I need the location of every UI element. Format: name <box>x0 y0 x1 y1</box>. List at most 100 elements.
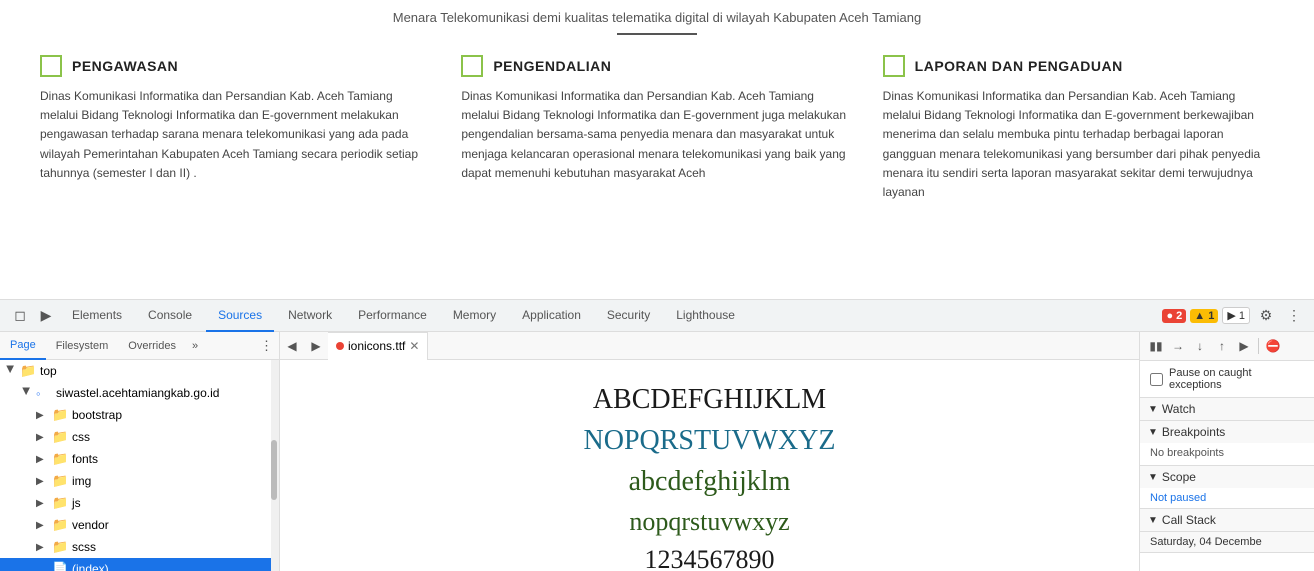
tree-label-bootstrap: bootstrap <box>72 408 122 422</box>
tree-item-bootstrap[interactable]: ▶ 📁 bootstrap <box>0 404 279 426</box>
call-stack-arrow-icon: ▼ <box>1148 515 1158 526</box>
more-options-icon[interactable]: ⋮ <box>1282 304 1306 328</box>
tree-item-top[interactable]: ▶ 📁 top <box>0 360 279 382</box>
scope-header[interactable]: ▼ Scope <box>1140 466 1314 488</box>
not-paused-text: Not paused <box>1140 488 1314 508</box>
tab-memory[interactable]: Memory <box>441 300 508 332</box>
scope-section: ▼ Scope Not paused <box>1140 466 1314 509</box>
tree-item-fonts[interactable]: ▶ 📁 fonts <box>0 448 279 470</box>
tab-lighthouse[interactable]: Lighthouse <box>664 300 747 332</box>
folder-blue-icon-bootstrap: 📁 <box>52 407 68 423</box>
tree-arrow-bootstrap: ▶ <box>36 410 48 421</box>
tree-label-top: top <box>40 364 57 378</box>
settings-icon[interactable]: ⚙ <box>1254 304 1278 328</box>
file-tree-tab-filesystem[interactable]: Filesystem <box>46 332 119 360</box>
font-preview-lowercase: abcdefghijklm <box>629 462 791 501</box>
tab-back-btn[interactable]: ◀ <box>280 334 304 358</box>
card-header-3: LAPORAN DAN PENGADUAN <box>883 55 1274 77</box>
tree-label-js: js <box>72 496 81 510</box>
tab-network[interactable]: Network <box>276 300 344 332</box>
tree-item-index[interactable]: 📄 (index) <box>0 558 279 571</box>
tree-item-scss[interactable]: ▶ 📁 scss <box>0 536 279 558</box>
pause-exceptions-section: Pause on caught exceptions <box>1140 361 1314 398</box>
tab-security[interactable]: Security <box>595 300 662 332</box>
file-tabs-panel: ◀ ▶ ionicons.ttf ✕ ABCDEFGHIJKLM NOPQRST… <box>280 332 1139 571</box>
tree-item-css[interactable]: ▶ 📁 css <box>0 426 279 448</box>
folder-blue-icon-fonts: 📁 <box>52 451 68 467</box>
watch-section: ▼ Watch <box>1140 398 1314 421</box>
tree-item-vendor[interactable]: ▶ 📁 vendor <box>0 514 279 536</box>
card-body-1: Dinas Komunikasi Informatika dan Persand… <box>40 87 431 183</box>
tree-arrow-css: ▶ <box>36 432 48 443</box>
call-stack-header[interactable]: ▼ Call Stack <box>1140 509 1314 531</box>
breakpoints-header[interactable]: ▼ Breakpoints <box>1140 421 1314 443</box>
file-tree-tab-page[interactable]: Page <box>0 332 46 360</box>
step-into-btn[interactable]: ↓ <box>1190 336 1210 356</box>
pause-label: Pause on caught exceptions <box>1169 367 1304 391</box>
tree-item-img[interactable]: ▶ 📁 img <box>0 470 279 492</box>
divider <box>617 33 697 35</box>
folder-red-icon-scss: 📁 <box>52 539 68 555</box>
step-over-btn[interactable]: → <box>1168 336 1188 356</box>
inspect-icon[interactable]: ▶ <box>34 304 58 328</box>
breakpoints-arrow-icon: ▼ <box>1148 427 1158 438</box>
tree-label-domain: siwastel.acehtamiangkab.go.id <box>56 386 219 400</box>
tab-elements[interactable]: Elements <box>60 300 134 332</box>
call-stack-label: Call Stack <box>1162 513 1216 527</box>
call-stack-section: ▼ Call Stack Saturday, 04 Decembe <box>1140 509 1314 553</box>
tree-item-js[interactable]: ▶ 📁 js <box>0 492 279 514</box>
scrollbar-thumb[interactable] <box>271 440 277 500</box>
tree-label-vendor: vendor <box>72 518 109 532</box>
font-preview-numbers: 1234567890 <box>645 542 775 571</box>
folder-blue-icon-img: 📁 <box>52 473 68 489</box>
dock-icon[interactable]: ◻ <box>8 304 32 328</box>
watch-arrow-icon: ▼ <box>1148 404 1158 415</box>
pause-btn[interactable]: ▮▮ <box>1146 336 1166 356</box>
font-preview-lowercase2: nopqrstuvwxyz <box>629 504 789 540</box>
watch-label: Watch <box>1162 402 1196 416</box>
pause-checkbox[interactable] <box>1150 373 1163 386</box>
scope-arrow-icon: ▼ <box>1148 472 1158 483</box>
step-btn[interactable]: ▶ <box>1234 336 1254 356</box>
tree-arrow-scss: ▶ <box>36 542 48 553</box>
devtools-panel: ◻ ▶ Elements Console Sources Network Per… <box>0 300 1314 571</box>
tab-sources[interactable]: Sources <box>206 300 274 332</box>
tree-label-fonts: fonts <box>72 452 98 466</box>
watch-header[interactable]: ▼ Watch <box>1140 398 1314 420</box>
info-badge: ▶ 1 <box>1222 307 1250 324</box>
call-stack-date: Saturday, 04 Decembe <box>1140 531 1314 552</box>
no-breakpoints-text: No breakpoints <box>1140 443 1314 465</box>
tree-arrow-js: ▶ <box>36 498 48 509</box>
folder-blue-icon-js: 📁 <box>52 495 68 511</box>
error-badge: ● 2 <box>1162 309 1186 323</box>
domain-icon: ◦ <box>36 386 52 401</box>
devtools-main: Page Filesystem Overrides » ⋮ ▶ 📁 top ▶ … <box>0 332 1314 571</box>
file-tab-name: ionicons.ttf <box>348 339 405 353</box>
tree-label-img: img <box>72 474 91 488</box>
card-body-3: Dinas Komunikasi Informatika dan Persand… <box>883 87 1274 202</box>
step-out-btn[interactable]: ↑ <box>1212 336 1232 356</box>
tree-arrow-top: ▶ <box>5 365 16 377</box>
tab-performance[interactable]: Performance <box>346 300 439 332</box>
tree-item-domain[interactable]: ▶ ◦ siwastel.acehtamiangkab.go.id <box>0 382 279 404</box>
scope-label: Scope <box>1162 470 1196 484</box>
subtitle: Menara Telekomunikasi demi kualitas tele… <box>40 10 1274 25</box>
tree-arrow-img: ▶ <box>36 476 48 487</box>
file-tab-ionicons[interactable]: ionicons.ttf ✕ <box>328 332 428 360</box>
tab-forward-btn[interactable]: ▶ <box>304 334 328 358</box>
tree-arrow-vendor: ▶ <box>36 520 48 531</box>
tree-menu-icon[interactable]: ⋮ <box>254 338 279 354</box>
card-body-2: Dinas Komunikasi Informatika dan Persand… <box>461 87 852 183</box>
website-content: Menara Telekomunikasi demi kualitas tele… <box>0 0 1314 300</box>
breakpoints-label: Breakpoints <box>1162 425 1225 439</box>
file-tab-error-dot <box>336 342 344 350</box>
file-tree-tab-overrides[interactable]: Overrides <box>118 332 186 360</box>
scrollbar-track[interactable] <box>271 360 279 571</box>
tab-application[interactable]: Application <box>510 300 593 332</box>
tab-console[interactable]: Console <box>136 300 204 332</box>
font-preview-uppercase2: NOPQRSTUVWXYZ <box>584 421 836 460</box>
deactivate-btn[interactable]: ⛔ <box>1263 336 1283 356</box>
file-tab-close-btn[interactable]: ✕ <box>409 339 419 353</box>
folder-orange-icon-vendor: 📁 <box>52 517 68 533</box>
more-tabs-icon[interactable]: » <box>186 340 204 352</box>
